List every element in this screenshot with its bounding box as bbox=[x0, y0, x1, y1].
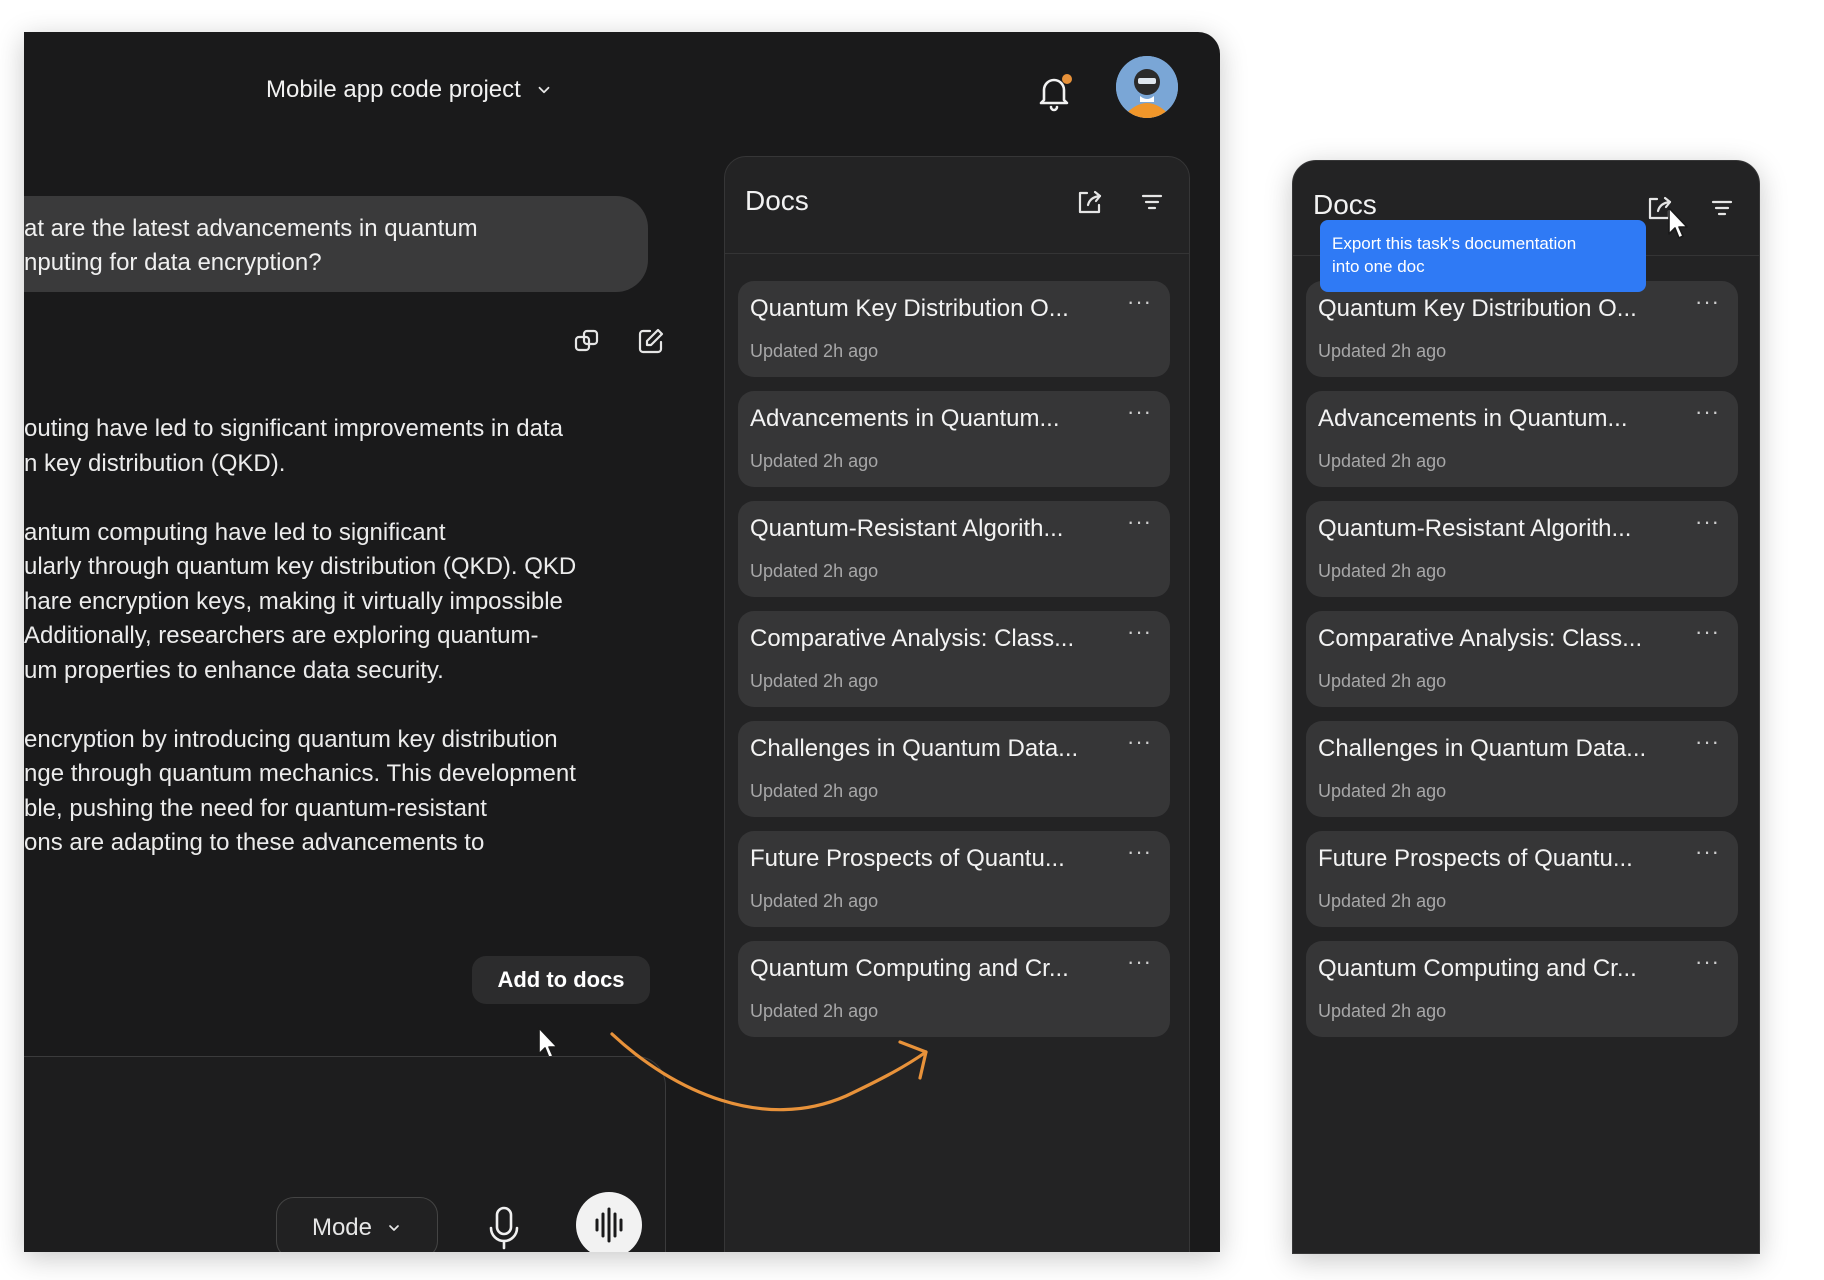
user-message-text: at are the latest advancements in quantu… bbox=[24, 215, 478, 276]
more-icon[interactable]: ··· bbox=[1127, 509, 1152, 535]
mic-icon bbox=[489, 1206, 519, 1250]
doc-title: Comparative Analysis: Class... bbox=[750, 625, 1075, 652]
more-icon[interactable]: ··· bbox=[1695, 949, 1720, 975]
doc-title: Quantum Key Distribution O... bbox=[750, 295, 1069, 322]
doc-title: Quantum-Resistant Algorith... bbox=[750, 515, 1064, 542]
voice-mode-button[interactable] bbox=[576, 1192, 642, 1252]
more-icon[interactable]: ··· bbox=[1127, 399, 1152, 425]
doc-card[interactable]: Challenges in Quantum Data... Updated 2h … bbox=[1306, 721, 1738, 817]
doc-title: Challenges in Quantum Data... bbox=[1318, 735, 1647, 762]
doc-title: Future Prospects of Quantu... bbox=[750, 845, 1065, 872]
doc-card[interactable]: Challenges in Quantum Data... Updated 2h … bbox=[738, 721, 1170, 817]
more-icon[interactable]: ··· bbox=[1127, 729, 1152, 755]
chevron-down-icon bbox=[389, 1225, 399, 1231]
project-title: Mobile app code project bbox=[266, 76, 521, 103]
doc-updated: Updated 2h ago bbox=[1318, 341, 1447, 361]
doc-card[interactable]: Comparative Analysis: Class... Updated 2h… bbox=[1306, 611, 1738, 707]
edit-button[interactable] bbox=[636, 326, 666, 356]
doc-title: Quantum-Resistant Algorith... bbox=[1318, 515, 1632, 542]
doc-updated: Updated 2h ago bbox=[750, 671, 879, 691]
doc-updated: Updated 2h ago bbox=[750, 781, 879, 801]
doc-updated: Updated 2h ago bbox=[750, 341, 879, 361]
doc-updated: Updated 2h ago bbox=[1318, 561, 1447, 581]
doc-title: Advancements in Quantum... bbox=[1318, 405, 1628, 432]
docs-title: Docs bbox=[1313, 189, 1377, 220]
copy-icon bbox=[574, 329, 599, 352]
assistant-response: outing have led to significant improveme… bbox=[24, 415, 577, 856]
more-icon[interactable]: ··· bbox=[1695, 839, 1720, 865]
doc-title: Quantum Computing and Cr... bbox=[1318, 955, 1637, 982]
doc-card[interactable]: Quantum-Resistant Algorith... Updated 2h … bbox=[738, 501, 1170, 597]
tooltip-text: Export this task's documentation into on… bbox=[1332, 234, 1577, 276]
app-window: Mobile app code project at are the lates… bbox=[24, 32, 1220, 1252]
export-icon bbox=[1078, 190, 1102, 214]
chevron-down-icon bbox=[538, 86, 550, 94]
notifications-button[interactable] bbox=[1032, 70, 1076, 114]
doc-card[interactable]: Quantum-Resistant Algorith... Updated 2h … bbox=[1306, 501, 1738, 597]
waveform-icon bbox=[595, 1207, 623, 1243]
doc-card[interactable]: Quantum Key Distribution O... Updated 2h … bbox=[1306, 281, 1738, 377]
filter-icon bbox=[1141, 194, 1163, 210]
more-icon[interactable]: ··· bbox=[1695, 399, 1720, 425]
edit-icon bbox=[638, 328, 664, 354]
doc-title: Advancements in Quantum... bbox=[750, 405, 1060, 432]
avatar[interactable] bbox=[1116, 56, 1178, 118]
export-button[interactable] bbox=[1075, 187, 1105, 217]
doc-updated: Updated 2h ago bbox=[1318, 451, 1447, 471]
filter-button[interactable] bbox=[1707, 193, 1737, 223]
mode-label: Mode bbox=[311, 1214, 373, 1241]
doc-card[interactable]: Advancements in Quantum... Updated 2h ago… bbox=[738, 391, 1170, 487]
mode-selector[interactable]: Mode bbox=[276, 1197, 438, 1252]
more-icon[interactable]: ··· bbox=[1127, 949, 1152, 975]
more-icon[interactable]: ··· bbox=[1695, 729, 1720, 755]
export-tooltip: Export this task's documentation into on… bbox=[1320, 220, 1646, 292]
doc-title: Quantum Computing and Cr... bbox=[750, 955, 1069, 982]
arrow-icon bbox=[610, 1032, 928, 1112]
notification-dot bbox=[1062, 74, 1072, 84]
doc-card[interactable]: Quantum Key Distribution O... Updated 2h … bbox=[738, 281, 1170, 377]
microphone-button[interactable] bbox=[482, 1204, 526, 1252]
more-icon[interactable]: ··· bbox=[1695, 509, 1720, 535]
doc-card[interactable]: Future Prospects of Quantu... Updated 2h … bbox=[1306, 831, 1738, 927]
user-message-bubble: at are the latest advancements in quantu… bbox=[24, 196, 648, 292]
filter-icon bbox=[1711, 200, 1733, 216]
doc-updated: Updated 2h ago bbox=[1318, 1001, 1447, 1021]
doc-card[interactable]: Future Prospects of Quantu... Updated 2h … bbox=[738, 831, 1170, 927]
cursor-icon bbox=[1668, 207, 1688, 239]
docs-title: Docs bbox=[745, 185, 809, 216]
doc-title: Future Prospects of Quantu... bbox=[1318, 845, 1633, 872]
project-selector[interactable]: Mobile app code project bbox=[266, 76, 553, 104]
doc-title: Challenges in Quantum Data... bbox=[750, 735, 1079, 762]
doc-updated: Updated 2h ago bbox=[750, 561, 879, 581]
doc-title: Comparative Analysis: Class... bbox=[1318, 625, 1643, 652]
panel-divider bbox=[725, 253, 1189, 254]
more-icon[interactable]: ··· bbox=[1127, 619, 1152, 645]
avatar-image bbox=[1116, 56, 1178, 118]
doc-updated: Updated 2h ago bbox=[750, 891, 879, 911]
doc-updated: Updated 2h ago bbox=[1318, 891, 1447, 911]
filter-button[interactable] bbox=[1137, 187, 1167, 217]
doc-card[interactable]: Quantum Computing and Cr... Updated 2h ag… bbox=[1306, 941, 1738, 1037]
doc-card[interactable]: Comparative Analysis: Class... Updated 2h… bbox=[738, 611, 1170, 707]
more-icon[interactable]: ··· bbox=[1127, 839, 1152, 865]
doc-updated: Updated 2h ago bbox=[750, 451, 879, 471]
doc-card[interactable]: Advancements in Quantum... Updated 2h ago… bbox=[1306, 391, 1738, 487]
doc-title: Quantum Key Distribution O... bbox=[1318, 295, 1637, 322]
more-icon[interactable]: ··· bbox=[1127, 289, 1152, 315]
docs-panel-zoomed: Docs Quantum Key Distribution O... Update… bbox=[1292, 160, 1760, 1254]
add-to-docs-label: Add to docs bbox=[497, 967, 625, 992]
copy-button[interactable] bbox=[572, 326, 602, 356]
doc-updated: Updated 2h ago bbox=[1318, 781, 1447, 801]
doc-updated: Updated 2h ago bbox=[1318, 671, 1447, 691]
more-icon[interactable]: ··· bbox=[1695, 619, 1720, 645]
more-icon[interactable]: ··· bbox=[1695, 289, 1720, 315]
